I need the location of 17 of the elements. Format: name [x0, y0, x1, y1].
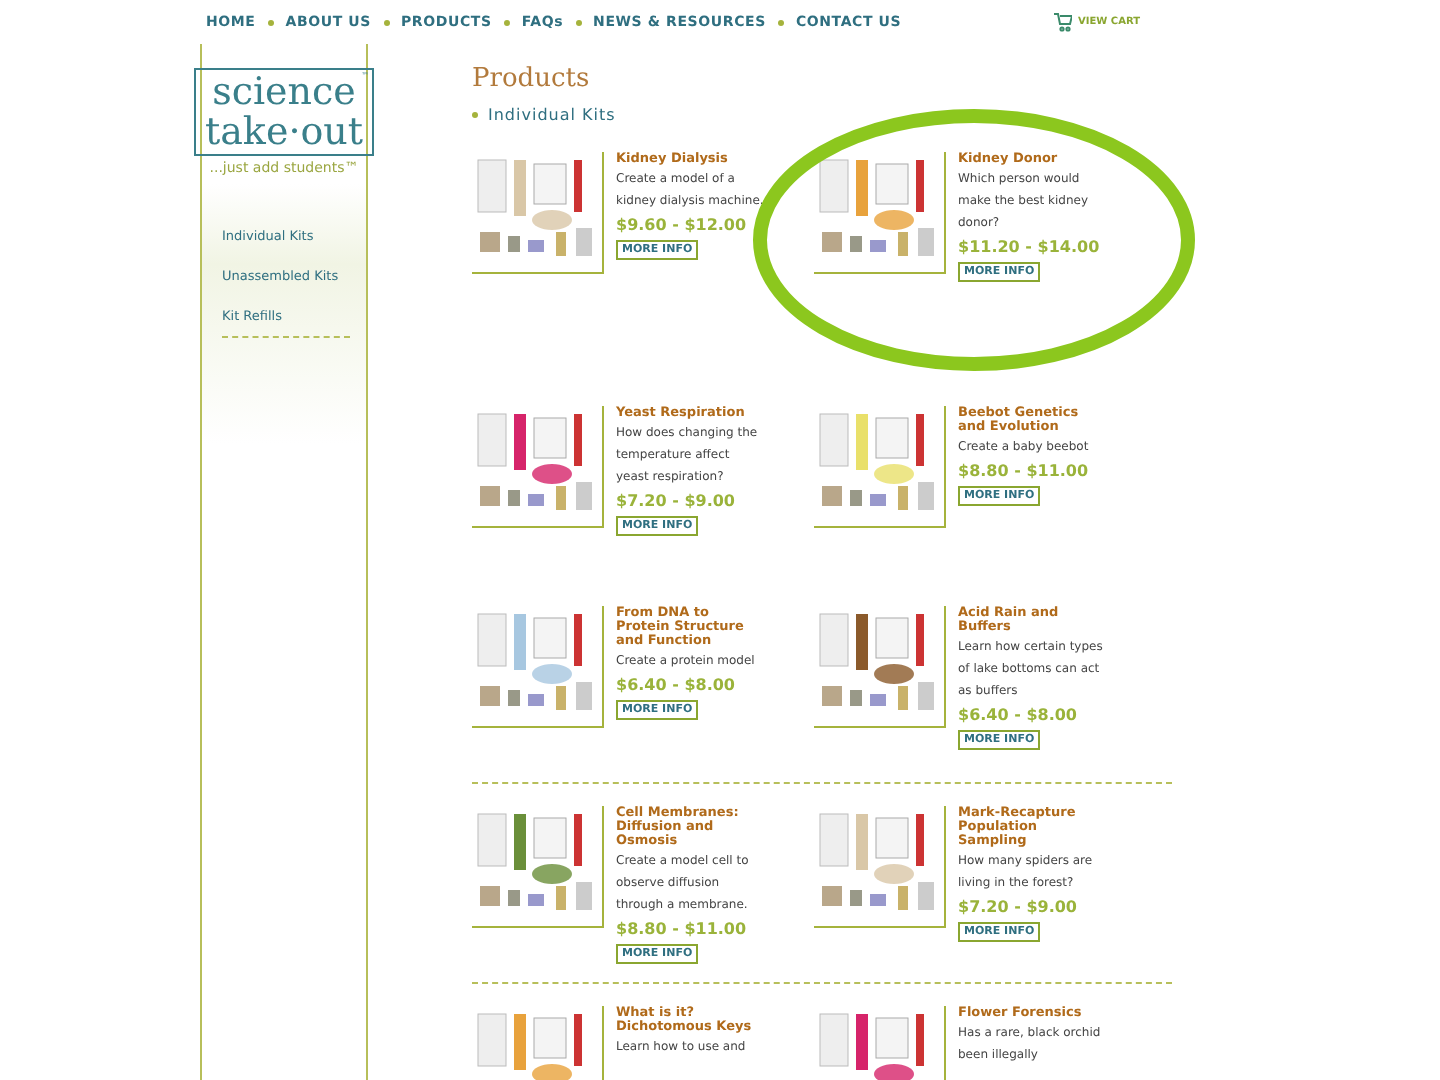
nav-bullet: [777, 19, 784, 25]
section-bullet: [472, 112, 478, 118]
product-price: $6.40 - $8.00: [616, 676, 737, 694]
product-price: $7.20 - $9.00: [616, 492, 737, 510]
nav-bullet: [503, 19, 510, 25]
cart-icon: [1052, 12, 1073, 32]
page-title: Products: [472, 64, 592, 94]
product-price: $7.20 - $9.00: [958, 898, 1079, 916]
product-price: $8.80 - $11.00: [958, 462, 1091, 480]
section-heading: Individual Kits: [488, 106, 616, 124]
product-price: $6.40 - $8.00: [958, 706, 1079, 724]
nav-bullet: [575, 19, 582, 25]
product-price: $11.20 - $14.00: [958, 238, 1102, 256]
nav-bullet: [267, 19, 274, 25]
product-price: $8.80 - $11.00: [616, 920, 749, 938]
product-price: $9.60 - $12.00: [616, 216, 749, 234]
nav-bullet: [383, 19, 389, 25]
